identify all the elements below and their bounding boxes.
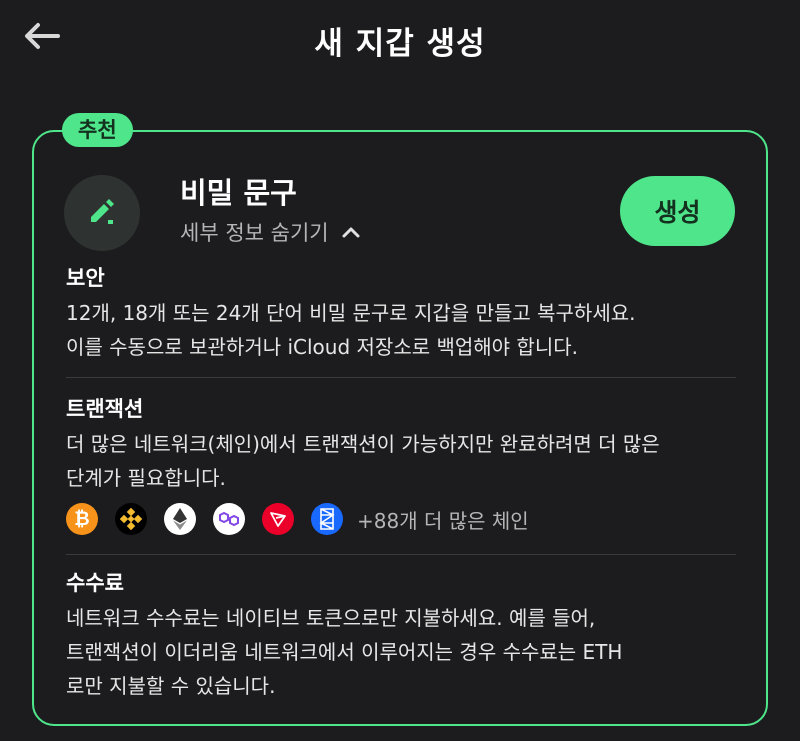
fees-line: 네트워크 수수료는 네이티브 토큰으로만 지불하세요. 예를 들어, (66, 606, 596, 630)
transactions-description: 더 많은 네트워크(체인)에서 트랜잭션이 가능하지만 완료하려면 더 많은 단… (66, 427, 736, 495)
tron-icon (262, 503, 294, 535)
fees-description: 네트워크 수수료는 네이티브 토큰으로만 지불하세요. 예를 들어, 트랜잭션이… (66, 601, 736, 703)
page-title: 새 지갑 생성 (314, 26, 486, 62)
option-title: 비밀 문구 (180, 176, 297, 210)
ethereum-icon (164, 503, 196, 535)
supported-chains: ₿ +88개 더 많은 체인 (66, 502, 529, 536)
transactions-title: 트랜잭션 (66, 397, 144, 421)
create-button[interactable]: 생성 (620, 176, 735, 246)
transactions-section: 트랜잭션 더 많은 네트워크(체인)에서 트랜잭션이 가능하지만 완료하려면 더… (66, 393, 736, 495)
fantom-icon (311, 503, 343, 535)
transactions-line: 단계가 필요합니다. (66, 466, 226, 490)
fees-line: 로만 지불할 수 있습니다. (66, 674, 276, 698)
fees-title: 수수료 (66, 571, 124, 595)
bnb-icon (115, 503, 147, 535)
divider (66, 377, 736, 378)
security-line: 이를 수동으로 보관하거나 iCloud 저장소로 백업해야 합니다. (66, 335, 578, 359)
hide-details-toggle[interactable]: 세부 정보 숨기기 (180, 217, 361, 247)
bitcoin-icon: ₿ (66, 503, 98, 535)
option-icon (64, 175, 140, 251)
polygon-icon (213, 503, 245, 535)
header: 새 지갑 생성 (0, 0, 800, 80)
recommended-badge: 추천 (62, 113, 133, 147)
transactions-line: 더 많은 네트워크(체인)에서 트랜잭션이 가능하지만 완료하려면 더 많은 (66, 432, 660, 456)
fees-line: 트랜잭션이 이더리움 네트워크에서 이루어지는 경우 수수료는 ETH (66, 640, 623, 664)
security-section: 보안 12개, 18개 또는 24개 단어 비밀 문구로 지갑을 만들고 복구하… (66, 262, 736, 364)
security-description: 12개, 18개 또는 24개 단어 비밀 문구로 지갑을 만들고 복구하세요.… (66, 296, 736, 364)
fees-section: 수수료 네트워크 수수료는 네이티브 토큰으로만 지불하세요. 예를 들어, 트… (66, 567, 736, 703)
hide-details-label: 세부 정보 숨기기 (180, 221, 329, 245)
pencil-icon (91, 199, 114, 224)
security-line: 12개, 18개 또는 24개 단어 비밀 문구로 지갑을 만들고 복구하세요. (66, 301, 636, 325)
more-chains-label: +88개 더 많은 체인 (357, 508, 529, 533)
divider (66, 554, 736, 555)
chevron-up-icon (342, 227, 360, 238)
security-title: 보안 (66, 266, 105, 290)
